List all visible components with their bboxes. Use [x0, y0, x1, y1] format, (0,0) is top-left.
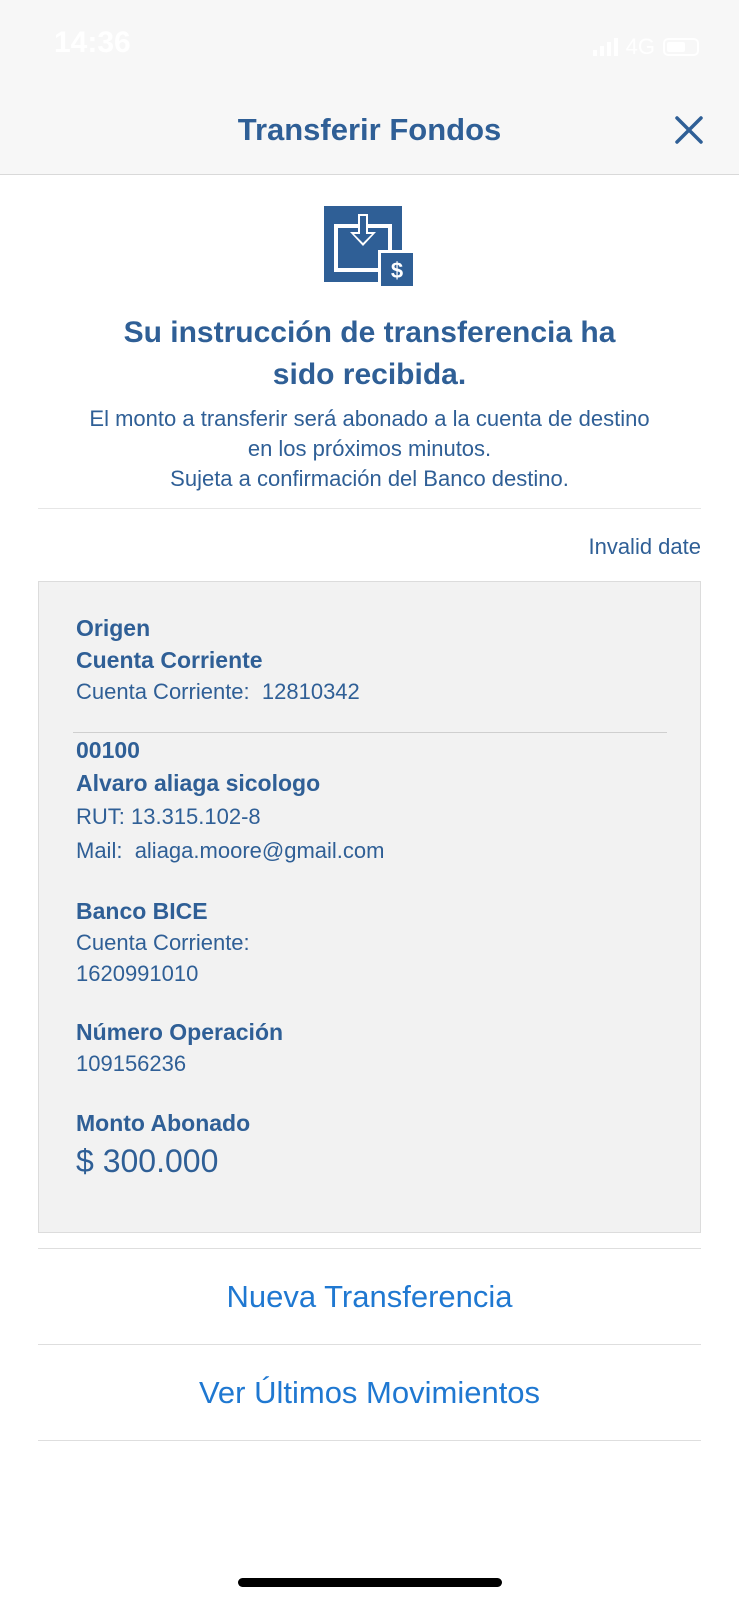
origin-title: Origen [76, 615, 151, 641]
divider [38, 508, 701, 509]
transfer-summary-card: Origen Cuenta Corriente Cuenta Corriente… [38, 581, 701, 1233]
destination-name: Alvaro aliaga sicologo [76, 770, 321, 796]
signal-icon [592, 38, 618, 56]
nav-bar: Transferir Fondos [0, 90, 739, 175]
destination-code: 00100 [76, 737, 140, 763]
destination-rut: RUT: 13.315.102-8 [76, 804, 261, 829]
origin-account-number: 12810342 [261, 679, 360, 704]
card-divider [73, 732, 667, 733]
origin-account-label: Cuenta Corriente: [76, 679, 250, 704]
status-bar: 14:36 4G [0, 0, 739, 90]
home-indicator[interactable] [238, 1578, 502, 1587]
amount-section: Monto Abonado $ 300.000 [76, 1107, 250, 1183]
view-movements-button[interactable]: Ver Últimos Movimientos [38, 1346, 701, 1440]
description-line-1: El monto a transferir será abonado a la … [89, 406, 650, 431]
destination-mail: Mail: aliaga.moore@gmail.com [76, 834, 384, 868]
transfer-date: Invalid date [588, 534, 701, 559]
description-line-3: Sujeta a confirmación del Banco destino. [170, 466, 569, 491]
network-type: 4G [625, 34, 655, 59]
origin-account-type: Cuenta Corriente [76, 647, 263, 673]
destination-account-label: Cuenta Corriente: [76, 930, 250, 955]
divider [38, 1248, 701, 1249]
svg-text:$: $ [391, 258, 403, 283]
divider [38, 1344, 701, 1345]
destination-bank-section: Banco BICE Cuenta Corriente: 1620991010 [76, 895, 250, 989]
new-transfer-button[interactable]: Nueva Transferencia [38, 1250, 701, 1344]
divider [38, 1440, 701, 1441]
transfer-money-icon: $ [324, 206, 414, 288]
destination-account-number: 1620991010 [76, 961, 199, 986]
destination-mail-value: aliaga.moore@gmail.com [134, 838, 385, 863]
page-title: Transferir Fondos [237, 112, 502, 147]
close-button[interactable] [669, 110, 709, 150]
status-time: 14:36 [54, 26, 131, 59]
battery-icon [663, 38, 699, 56]
headline-line-2: sido recibida. [272, 358, 467, 391]
success-description: El monto a transferir será abonado a la … [30, 404, 709, 494]
success-headline: Su instrucción de transferencia ha sido … [40, 312, 699, 396]
operation-section: Número Operación 109156236 [76, 1016, 283, 1080]
origin-section: Origen Cuenta Corriente Cuenta Corriente… [76, 612, 360, 708]
destination-mail-label: Mail: [76, 838, 123, 863]
operation-number: 109156236 [76, 1051, 187, 1076]
description-line-2: en los próximos minutos. [247, 436, 492, 461]
headline-line-1: Su instrucción de transferencia ha [123, 316, 616, 349]
destination-bank: Banco BICE [76, 898, 208, 924]
amount-label: Monto Abonado [76, 1110, 251, 1136]
close-icon [675, 116, 703, 144]
amount-value: $ 300.000 [76, 1143, 219, 1179]
operation-label: Número Operación [76, 1019, 284, 1045]
origin-account: Cuenta Corriente: 12810342 [76, 676, 360, 708]
status-indicators: 4G [592, 34, 699, 60]
destination-section: 00100 Alvaro aliaga sicologo RUT: 13.315… [76, 734, 384, 868]
